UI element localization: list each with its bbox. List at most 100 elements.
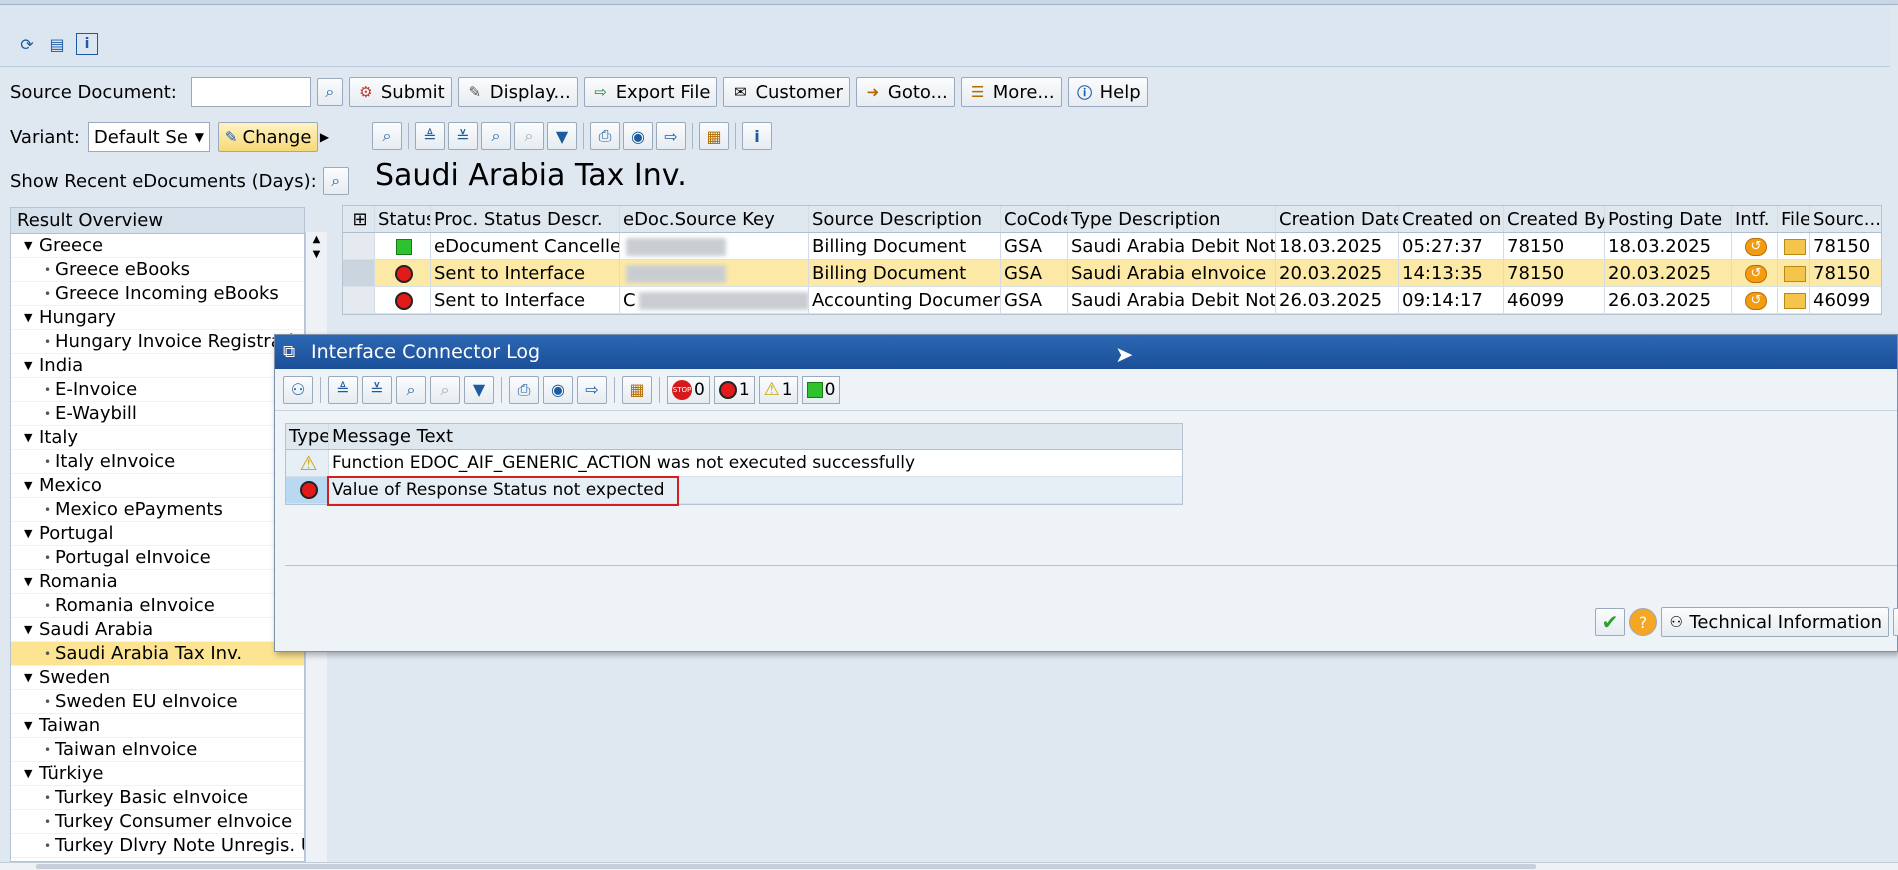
refresh-icon[interactable]: ⟳: [16, 33, 38, 55]
warning-count-filter[interactable]: ⚠ 1: [758, 375, 798, 404]
tree-folder-node[interactable]: ▼ Türkiye: [11, 762, 304, 786]
tree-folder-node[interactable]: ▼ Taiwan: [11, 714, 304, 738]
sort-ascending-icon[interactable]: ≜: [328, 375, 358, 404]
interface-log-icon[interactable]: ↺: [1745, 292, 1767, 310]
help-icon[interactable]: ?: [1629, 608, 1657, 636]
tree-leaf-node[interactable]: • Taiwan eInvoice: [11, 738, 304, 762]
scroll-up-icon[interactable]: ▲: [306, 234, 327, 245]
interface-log-icon[interactable]: ↺: [1745, 265, 1767, 283]
column-header[interactable]: Sourc...: [1810, 206, 1880, 232]
error-count-filter[interactable]: 1: [713, 375, 755, 404]
print-icon[interactable]: ⎙: [509, 375, 539, 404]
message-row[interactable]: Value of Response Status not expected: [286, 476, 1182, 506]
tree-leaf-node[interactable]: • Italy eInvoice: [11, 450, 304, 474]
tree-leaf-node[interactable]: • Hungary Invoice Registrati: [11, 330, 304, 354]
info-icon[interactable]: i: [76, 33, 98, 55]
details-icon[interactable]: ⌕: [372, 122, 402, 150]
tree-folder-node[interactable]: ▼ Romania: [11, 570, 304, 594]
tree-leaf-node[interactable]: • Saudi Arabia Tax Inv.: [11, 642, 304, 666]
binoculars-icon[interactable]: ⌕: [322, 167, 349, 195]
tree-leaf-node[interactable]: • Turkey Dlvry Note Unregis. Us: [11, 834, 304, 858]
column-header[interactable]: File: [1778, 206, 1810, 232]
info-icon[interactable]: i: [742, 122, 772, 150]
folder-icon[interactable]: [1784, 239, 1806, 255]
tree-leaf-node[interactable]: • Sweden EU eInvoice: [11, 690, 304, 714]
folder-icon[interactable]: [1784, 266, 1806, 282]
row-selector[interactable]: [343, 233, 375, 259]
scroll-thumb[interactable]: [36, 864, 1536, 869]
search-binoculars-icon[interactable]: ⌕: [316, 78, 343, 106]
tree-folder-node[interactable]: ▼ Saudi Arabia: [11, 618, 304, 642]
source-document-input[interactable]: [190, 77, 311, 107]
column-header[interactable]: Posting Date: [1605, 206, 1732, 232]
print-icon[interactable]: ⎙: [590, 122, 620, 150]
column-header[interactable]: eDoc.Source Key: [620, 206, 809, 232]
export-list-icon[interactable]: ⇨: [656, 122, 686, 150]
find-next-icon[interactable]: ⌕: [514, 122, 544, 150]
tree-folder-node[interactable]: ▼ Mexico: [11, 474, 304, 498]
scroll-down-icon[interactable]: ▼: [306, 249, 327, 260]
row-selector[interactable]: [343, 287, 375, 313]
select-all-icon[interactable]: ⊞: [343, 206, 375, 232]
stop-count-filter[interactable]: STOP 0: [667, 375, 710, 404]
export-file-button[interactable]: ⇨ Export File: [583, 77, 718, 107]
column-header[interactable]: Intf.: [1732, 206, 1778, 232]
export-icon[interactable]: [1893, 608, 1898, 636]
tree-leaf-node[interactable]: • E-Invoice: [11, 378, 304, 402]
message-row[interactable]: ⚠ Function EDOC_AIF_GENERIC_ACTION was n…: [286, 450, 1182, 477]
filter-icon[interactable]: ▼: [464, 375, 494, 404]
filter-icon[interactable]: ▼: [547, 122, 577, 150]
table-row[interactable]: eDocument Cancelled Billing Document GSA Sa…: [343, 233, 1881, 260]
tree-leaf-node[interactable]: • Greece eBooks: [11, 258, 304, 282]
help-button[interactable]: ⓘ Help: [1067, 77, 1148, 107]
layout-icon[interactable]: ▦: [622, 375, 652, 404]
tree-leaf-node[interactable]: • Mexico ePayments: [11, 498, 304, 522]
find-icon[interactable]: ⌕: [481, 122, 511, 150]
column-header[interactable]: Type: [286, 424, 329, 449]
table-row[interactable]: Sent to Interface C Accounting Document GSA…: [343, 287, 1881, 314]
dialog-title-bar[interactable]: ⧉ Interface Connector Log ➤: [275, 335, 1897, 369]
interface-log-icon[interactable]: ↺: [1745, 238, 1767, 256]
find-next-icon[interactable]: ⌕: [430, 375, 460, 404]
tree-folder-node[interactable]: ▼ Sweden: [11, 666, 304, 690]
tree-folder-node[interactable]: ▼ India: [11, 354, 304, 378]
views-icon[interactable]: ◉: [543, 375, 573, 404]
variant-dropdown[interactable]: Default Se ▼: [87, 122, 210, 152]
tree-leaf-node[interactable]: • Greece Incoming eBooks: [11, 282, 304, 306]
tree-folder-node[interactable]: ▼ Greece: [11, 234, 304, 258]
tree-folder-node[interactable]: ▼ Hungary: [11, 306, 304, 330]
tree-leaf-node[interactable]: • Romania eInvoice: [11, 594, 304, 618]
confirm-check-icon[interactable]: ✔: [1595, 608, 1625, 636]
change-variant-button[interactable]: ✎ Change: [217, 122, 318, 152]
tree-leaf-node[interactable]: • Turkey Basic eInvoice: [11, 786, 304, 810]
customer-button[interactable]: ✉ Customer: [723, 77, 850, 107]
column-header[interactable]: CoCode: [1001, 206, 1068, 232]
technical-information-button[interactable]: ⚇ Technical Information: [1661, 607, 1889, 637]
column-header[interactable]: Created By: [1504, 206, 1605, 232]
layout-icon[interactable]: ▦: [699, 122, 729, 150]
submit-button[interactable]: ⚙ Submit: [348, 77, 452, 107]
sort-descending-icon[interactable]: ≚: [448, 122, 478, 150]
sort-ascending-icon[interactable]: ≜: [415, 122, 445, 150]
layout-icon[interactable]: ▤: [46, 33, 68, 55]
tree-leaf-node[interactable]: • E-Waybill: [11, 402, 304, 426]
more-button[interactable]: ☰ More...: [960, 77, 1062, 107]
sort-descending-icon[interactable]: ≚: [362, 375, 392, 404]
tree-leaf-node[interactable]: • Portugal eInvoice: [11, 546, 304, 570]
display-button[interactable]: ✎ Display...: [457, 77, 578, 107]
row-selector[interactable]: [343, 260, 375, 286]
column-header[interactable]: Created on: [1399, 206, 1504, 232]
goto-button[interactable]: ➜ Goto...: [855, 77, 955, 107]
table-row[interactable]: Sent to Interface Billing Document GSA Saud…: [343, 260, 1881, 287]
find-icon[interactable]: ⌕: [396, 375, 426, 404]
tree-folder-node[interactable]: ▼ Italy: [11, 426, 304, 450]
folder-icon[interactable]: [1784, 293, 1806, 309]
tree-leaf-node[interactable]: • Turkey Consumer eInvoice: [11, 810, 304, 834]
column-header[interactable]: Message Text: [329, 424, 1182, 449]
success-count-filter[interactable]: 0: [801, 375, 841, 404]
expand-arrow-icon[interactable]: ▶: [320, 130, 329, 144]
horizontal-scrollbar[interactable]: [0, 862, 1898, 870]
column-header[interactable]: Creation Date: [1276, 206, 1399, 232]
column-header[interactable]: Proc. Status Descr.: [431, 206, 620, 232]
technical-details-icon[interactable]: ⚇: [283, 375, 313, 404]
